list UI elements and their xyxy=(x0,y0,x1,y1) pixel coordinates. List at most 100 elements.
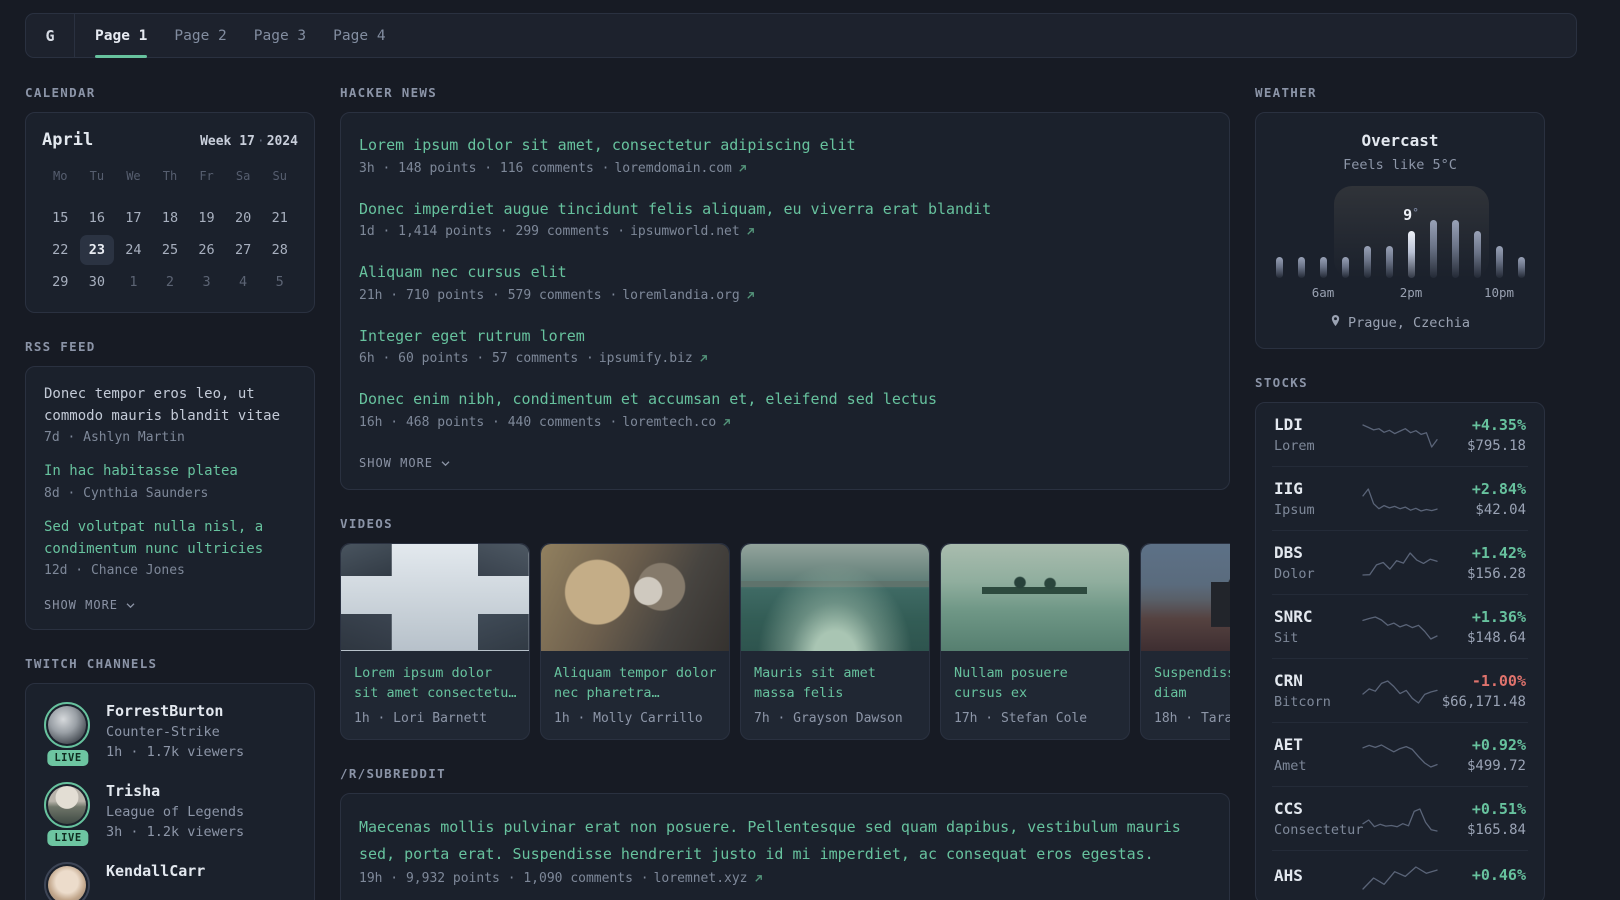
rss-show-more-button[interactable]: SHOW MORE xyxy=(44,598,136,612)
twitch-channel-row[interactable]: LIVE ForrestBurton Counter-Strike 1h · 1… xyxy=(44,702,296,767)
hacker-news-item[interactable]: Aliquam nec cursus elit 21h · 710 points… xyxy=(359,261,1211,303)
page-tab[interactable]: Page 2 xyxy=(174,14,226,57)
video-thumbnail[interactable] xyxy=(1141,543,1230,651)
external-link-icon xyxy=(745,290,756,301)
video-card[interactable]: Nullam posuere cursus ex 17h · Stefan Col… xyxy=(940,542,1130,741)
dashboard-grid: CALENDAR April Week 17 · 2024 Mo Tu We Th Fr Sa… xyxy=(25,85,1545,900)
rss-item-title[interactable]: Sed volutpat nulla nisl, a condimentum n… xyxy=(44,517,296,560)
weather-bar xyxy=(1341,257,1349,278)
video-meta: 17h · Stefan Cole xyxy=(954,711,1088,727)
twitch-channel-name[interactable]: KendallCarr xyxy=(106,862,205,880)
video-thumbnail[interactable] xyxy=(741,543,929,651)
video-title[interactable]: Aliquam tempor dolor nec pharetra… xyxy=(554,663,717,705)
hacker-news-item[interactable]: Integer eget rutrum lorem 6h · 60 points… xyxy=(359,325,1211,366)
stock-ticker: CCS xyxy=(1274,799,1303,818)
weather-condition: Overcast xyxy=(1361,131,1439,150)
hacker-news-show-more-button[interactable]: SHOW MORE xyxy=(359,456,451,470)
video-card[interactable]: Mauris sit amet massa felis 7h · Grayson … xyxy=(740,542,930,741)
hacker-news-item-title[interactable]: Donec imperdiet augue tincidunt felis al… xyxy=(359,198,1211,221)
video-title[interactable]: Lorem ipsum dolor sit amet consectetu… xyxy=(354,663,517,705)
stock-numbers: +0.51% $165.84 xyxy=(1438,800,1526,838)
hacker-news-item-title[interactable]: Integer eget rutrum lorem xyxy=(359,325,1211,348)
rss-item[interactable]: Donec tempor eros leo, ut commodo mauris… xyxy=(44,384,296,445)
subreddit-post-title[interactable]: Maecenas mollis pulvinar erat non posuer… xyxy=(359,814,1211,867)
stock-ticker: AHS xyxy=(1274,865,1303,885)
hacker-news-item-domain[interactable]: loremtech.co xyxy=(622,415,716,430)
video-thumbnail[interactable] xyxy=(341,543,529,651)
stock-sparkline xyxy=(1362,613,1438,641)
hacker-news-item[interactable]: Lorem ipsum dolor sit amet, consectetur … xyxy=(359,134,1211,176)
hacker-news-item-title[interactable]: Aliquam nec cursus elit xyxy=(359,261,1211,284)
hacker-news-item[interactable]: Donec imperdiet augue tincidunt felis al… xyxy=(359,198,1211,240)
hacker-news-item[interactable]: Donec enim nibh, condimentum et accumsan… xyxy=(359,388,1211,430)
hacker-news-item-title[interactable]: Donec enim nibh, condimentum et accumsan… xyxy=(359,388,1211,411)
calendar-day: 15 xyxy=(52,210,69,226)
calendar-day: 3 xyxy=(202,274,211,290)
rss-widget: RSS FEED Donec tempor eros leo, ut commo… xyxy=(25,339,315,631)
calendar-day: 25 xyxy=(161,242,179,258)
video-title[interactable]: Suspendissediam xyxy=(1154,663,1230,705)
videos-section-label: VIDEOS xyxy=(340,515,393,531)
stock-row[interactable]: CRN Bitcorn -1.00% $66,171.48 xyxy=(1272,658,1528,722)
stock-price: $795.18 xyxy=(1466,437,1526,454)
stock-row[interactable]: LDI Lorem +4.35% $795.18 xyxy=(1272,403,1528,466)
twitch-channel-game: League of Legends xyxy=(106,804,245,821)
twitch-channel-row[interactable]: LIVE Trisha League of Legends 3h · 1.2k … xyxy=(44,782,296,847)
page-tab[interactable]: Page 1 xyxy=(95,14,148,58)
stock-sparkline xyxy=(1362,421,1438,449)
rss-item[interactable]: Sed volutpat nulla nisl, a condimentum n… xyxy=(44,517,296,578)
stock-ticker: CRN xyxy=(1274,671,1303,690)
video-card[interactable]: Aliquam tempor dolor nec pharetra… 1h · M… xyxy=(540,542,730,741)
rss-item[interactable]: In hac habitasse platea 8d · Cynthia Sau… xyxy=(44,461,296,501)
video-card[interactable]: Suspendissediam 18h · Tara xyxy=(1140,542,1230,741)
video-thumbnail[interactable] xyxy=(541,543,729,651)
weather-tick-label: 2pm xyxy=(1399,285,1423,300)
stock-row[interactable]: SNRC Sit +1.36% $148.64 xyxy=(1272,594,1528,658)
stocks-card: LDI Lorem +4.35% $795.18 IIG Ipsum +2.84… xyxy=(1255,402,1545,900)
rss-item-meta: 12d · Chance Jones xyxy=(44,563,185,579)
stock-change: +4.35% xyxy=(1471,415,1526,434)
video-title[interactable]: Mauris sit amet massa felis xyxy=(754,663,916,705)
external-link-icon xyxy=(753,873,764,884)
page-tab[interactable]: Page 3 xyxy=(254,14,306,57)
subreddit-post[interactable]: Maecenas mollis pulvinar erat non posuer… xyxy=(359,814,1211,886)
hacker-news-item-domain[interactable]: loremlandia.org xyxy=(622,288,739,303)
hacker-news-item-domain[interactable]: ipsumworld.net xyxy=(630,224,740,239)
calendar-day: 4 xyxy=(239,274,248,290)
right-column: WEATHER Overcast Feels like 5°C 9° 6am 2p… xyxy=(1255,85,1545,900)
calendar-day: 26 xyxy=(198,242,215,258)
stock-name: Lorem xyxy=(1274,438,1315,454)
stock-change: +2.84% xyxy=(1471,479,1526,498)
hacker-news-item-title[interactable]: Lorem ipsum dolor sit amet, consectetur … xyxy=(359,134,1211,157)
hacker-news-item-domain[interactable]: loremdomain.com xyxy=(614,161,731,176)
page-tabs: Page 1 Page 2 Page 3 Page 4 xyxy=(75,14,413,58)
subreddit-widget: /R/SUBREDDIT Maecenas mollis pulvinar er… xyxy=(340,766,1230,900)
page-tab[interactable]: Page 4 xyxy=(333,14,385,57)
subreddit-post-domain[interactable]: loremnet.xyz xyxy=(654,871,748,886)
stock-row[interactable]: IIG Ipsum +2.84% $42.04 xyxy=(1272,466,1528,530)
weather-bar xyxy=(1473,231,1481,278)
stock-row[interactable]: AHS +0.46% xyxy=(1272,850,1528,900)
stock-row[interactable]: AET Amet +0.92% $499.72 xyxy=(1272,722,1528,786)
twitch-channel-row[interactable]: LIVE KendallCarr xyxy=(44,862,296,900)
weekday-label: Mo xyxy=(53,169,68,183)
hacker-news-item-domain[interactable]: ipsumify.biz xyxy=(599,351,693,366)
video-card-body: Lorem ipsum dolor sit amet consectetu… 1h… xyxy=(341,651,529,740)
video-title[interactable]: Nullam posuere cursus ex xyxy=(954,663,1116,705)
weather-tick-label: 6am xyxy=(1311,285,1335,300)
twitch-channel-name[interactable]: Trisha xyxy=(106,782,244,800)
weather-bars: 9° xyxy=(1275,186,1525,278)
twitch-channel-info: ForrestBurton Counter-Strike 1h · 1.7k v… xyxy=(106,702,244,760)
weather-bar xyxy=(1275,257,1283,278)
external-link-icon xyxy=(721,417,732,428)
video-card[interactable]: Lorem ipsum dolor sit amet consectetu… 1h… xyxy=(340,542,530,741)
app-logo[interactable]: G xyxy=(26,14,75,57)
stock-row[interactable]: DBS Dolor +1.42% $156.28 xyxy=(1272,530,1528,594)
weather-location-row[interactable]: Prague, Czechia xyxy=(1274,314,1526,332)
video-thumbnail[interactable] xyxy=(941,543,1129,651)
rss-item-title[interactable]: Donec tempor eros leo, ut commodo mauris… xyxy=(44,384,296,427)
twitch-channel-name[interactable]: ForrestBurton xyxy=(106,702,244,720)
stock-row[interactable]: CCS Consectetur +0.51% $165.84 xyxy=(1272,786,1528,850)
rss-item-title[interactable]: In hac habitasse platea xyxy=(44,461,296,483)
stock-sparkline xyxy=(1362,863,1438,891)
